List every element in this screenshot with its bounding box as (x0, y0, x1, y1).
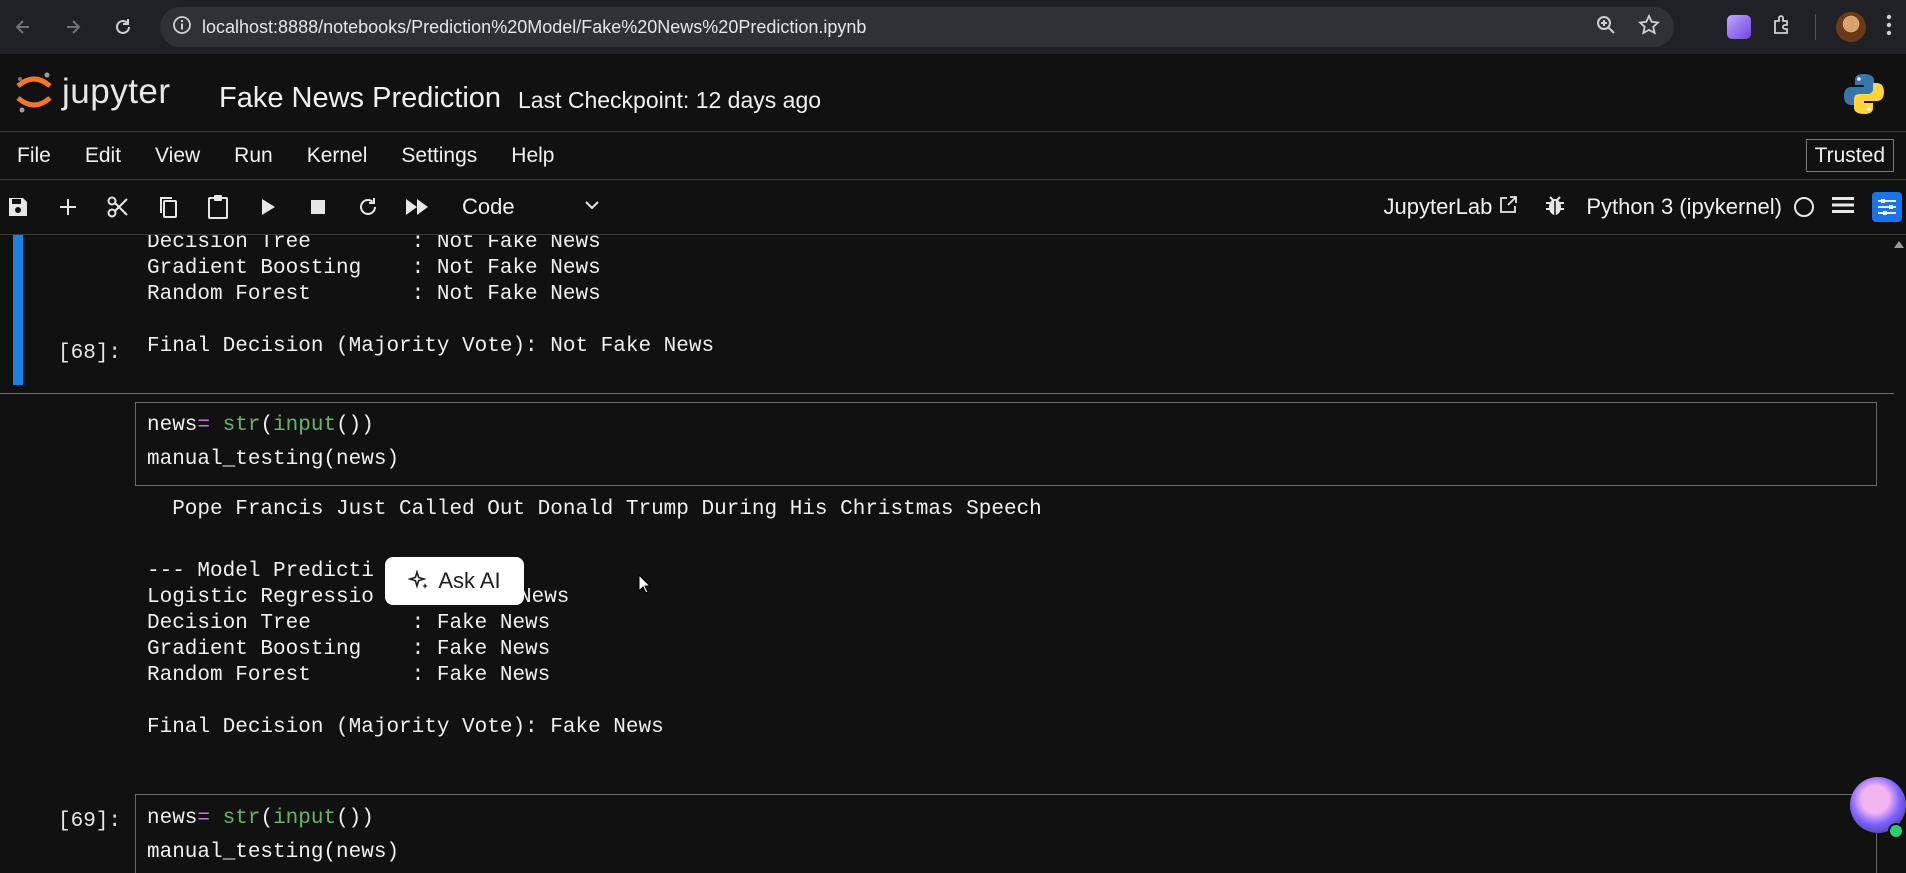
code-token: ( (260, 807, 274, 830)
browser-toolbar: localhost:8888/notebooks/Prediction%20Mo… (0, 0, 1906, 54)
output-line: Pope Francis Just Called Out Donald Trum… (147, 498, 1042, 521)
debugger-bug-icon[interactable] (1544, 193, 1566, 222)
output-line: Random Forest : Not Fake News (147, 283, 601, 306)
jupyter-logo-text: jupyter (62, 72, 171, 111)
profile-avatar[interactable] (1836, 12, 1866, 42)
more-menu-icon[interactable] (1886, 14, 1892, 41)
site-info-icon[interactable] (172, 15, 192, 40)
output-line: Final Decision (Majority Vote): Not Fake… (147, 335, 715, 358)
kernel-name[interactable]: Python 3 (ipykernel) (1586, 194, 1782, 220)
menu-bar: File Edit View Run Kernel Settings Help … (0, 132, 1906, 180)
forward-arrow-icon[interactable] (56, 10, 90, 44)
notebook-toolbar: Code JupyterLab Python 3 (ipykernel) (0, 180, 1906, 235)
last-checkpoint: Last Checkpoint: 12 days ago (518, 87, 822, 113)
save-icon[interactable] (3, 192, 33, 222)
external-link-icon[interactable] (1498, 195, 1518, 220)
notebook-title[interactable]: Fake News Prediction (219, 82, 501, 115)
menu-lines-icon[interactable] (1832, 196, 1854, 219)
code-token: news (147, 807, 198, 830)
code-token: ()) (336, 807, 374, 830)
jupyter-logo-icon (16, 72, 52, 113)
cell-type-select[interactable]: Code (462, 194, 515, 220)
ask-ai-label: Ask AI (438, 568, 501, 593)
menu-kernel[interactable]: Kernel (290, 144, 385, 168)
paste-icon[interactable] (203, 192, 233, 222)
active-cell-indicator[interactable] (13, 235, 23, 385)
ask-ai-button[interactable]: Ask AI (385, 557, 524, 605)
code-token: news (147, 414, 198, 437)
sparkle-icon (408, 570, 429, 589)
copy-icon[interactable] (153, 192, 183, 222)
jupyter-logo[interactable]: jupyter (14, 70, 171, 114)
code-token: input (273, 414, 337, 437)
code-token: = (197, 807, 211, 830)
address-bar[interactable]: localhost:8888/notebooks/Prediction%20Mo… (160, 7, 1674, 47)
code-token: str (222, 414, 261, 437)
output-line: Final Decision (Majority Vote): Fake New… (147, 716, 664, 739)
chevron-down-icon[interactable] (584, 198, 600, 216)
menu-settings[interactable]: Settings (384, 144, 494, 168)
zoom-icon[interactable] (1596, 15, 1616, 40)
output-line: Decision Tree : Not Fake News (147, 235, 601, 254)
notebook-area[interactable]: Decision Tree : Not Fake News Gradient B… (0, 235, 1906, 873)
add-cell-icon[interactable] (53, 192, 83, 222)
python-logo-icon (1842, 72, 1886, 121)
stop-icon[interactable] (303, 192, 333, 222)
scroll-up-icon[interactable] (1894, 235, 1904, 253)
url-text[interactable]: localhost:8888/notebooks/Prediction%20Mo… (202, 17, 866, 38)
menu-view[interactable]: View (138, 144, 217, 168)
menu-file[interactable]: File (0, 144, 68, 168)
run-icon[interactable] (253, 192, 283, 222)
code-token: input (273, 807, 337, 830)
output-line: Gradient Boosting : Not Fake News (147, 257, 601, 280)
menu-help[interactable]: Help (494, 144, 571, 168)
cut-icon[interactable] (103, 192, 133, 222)
code-line[interactable]: manual_testing(news) (147, 448, 399, 471)
output-line: Random Forest : Fake News (147, 664, 551, 687)
reload-icon[interactable] (106, 10, 140, 44)
divider (1815, 14, 1816, 40)
output-line: News (519, 586, 570, 609)
trusted-indicator[interactable]: Trusted (1805, 139, 1894, 172)
cell-prompt: [69]: (58, 810, 122, 833)
restart-icon[interactable] (353, 192, 383, 222)
back-arrow-icon[interactable] (6, 10, 40, 44)
cell-prompt: [68]: (58, 342, 122, 365)
bookmark-star-icon[interactable] (1637, 13, 1661, 41)
extensions-puzzle-icon[interactable] (1771, 13, 1795, 42)
output-line: --- Model Predicti (147, 560, 374, 583)
extension-icon[interactable] (1727, 15, 1751, 39)
menu-run[interactable]: Run (217, 144, 290, 168)
notebook-header: jupyter Fake News Prediction Last Checkp… (0, 54, 1906, 132)
online-status-dot (1888, 823, 1904, 839)
mouse-pointer-icon (638, 573, 652, 599)
code-token: str (222, 807, 261, 830)
property-inspector-icon[interactable] (1872, 192, 1902, 222)
jupyterlab-link[interactable]: JupyterLab (1383, 194, 1492, 220)
code-token: = (197, 414, 211, 437)
code-token: ()) (336, 414, 374, 437)
code-token: ( (260, 414, 274, 437)
run-all-icon[interactable] (403, 192, 433, 222)
code-line[interactable]: news= str(input()) (147, 807, 374, 830)
output-line: Gradient Boosting : Fake News (147, 638, 551, 661)
kernel-idle-status-icon (1794, 197, 1814, 217)
cell-divider (0, 393, 1894, 394)
code-line[interactable]: news= str(input()) (147, 414, 374, 437)
code-line[interactable]: manual_testing(news) (147, 841, 399, 864)
menu-edit[interactable]: Edit (68, 144, 138, 168)
code-cell-input[interactable] (135, 402, 1877, 486)
output-line: Decision Tree : Fake News (147, 612, 551, 635)
output-line: Logistic Regressio (147, 586, 374, 609)
